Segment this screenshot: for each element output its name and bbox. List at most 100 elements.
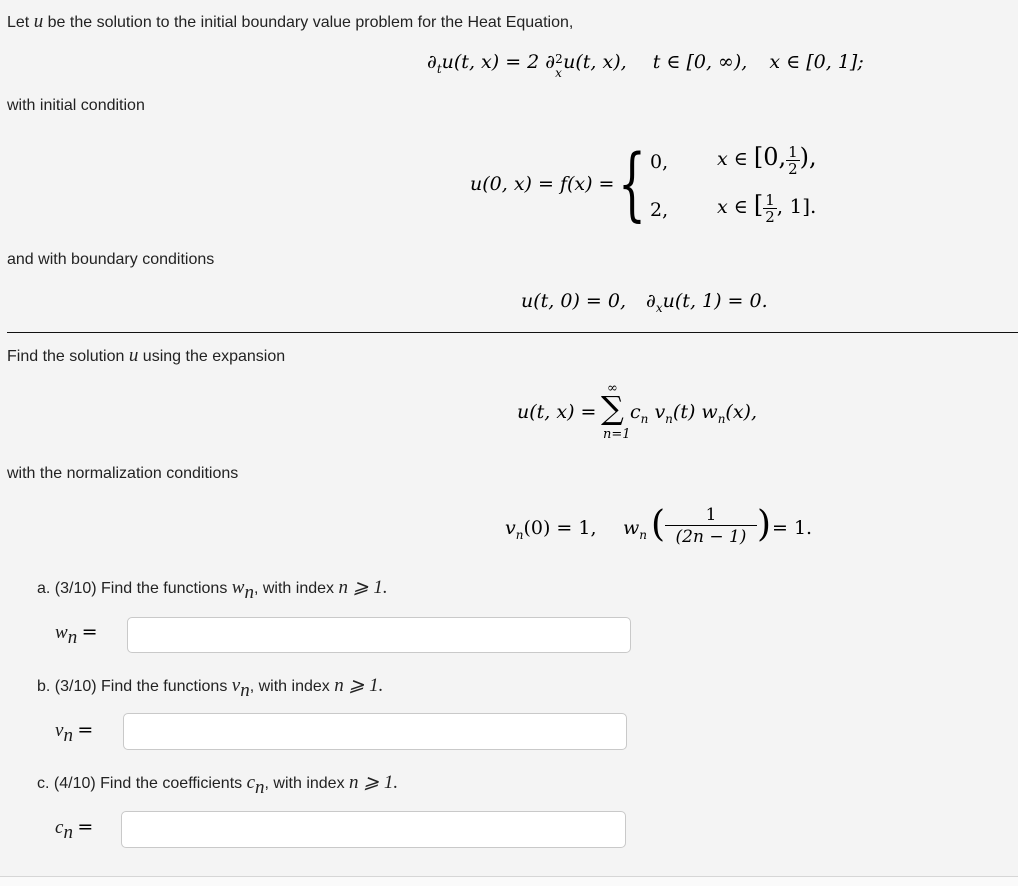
ic-lhs: u(0, x) = f(x) = xyxy=(470,173,615,195)
case1-prefix: x ∈ xyxy=(717,148,754,170)
w-normalization-var: wn xyxy=(623,517,647,542)
boundary-conditions-label: and with boundary conditions xyxy=(7,251,215,268)
v-n-answer-input[interactable] xyxy=(123,713,627,750)
term-v-sub: n xyxy=(665,412,673,426)
part-c-label: c. (4/10) Find the coefficients cn, with… xyxy=(37,771,399,798)
expansion-label-prefix: Find the solution xyxy=(7,348,129,365)
w-label-sub: n xyxy=(67,627,78,648)
heat-sub: x xyxy=(555,66,562,80)
part-b-label: b. (3/10) Find the functions vn, with in… xyxy=(37,674,384,701)
w-n-answer-input[interactable] xyxy=(127,617,631,653)
w-frac-den: (2n − 1) xyxy=(665,525,757,548)
partial-t-sub: t xyxy=(436,62,442,76)
term-v-arg: (t) xyxy=(672,401,696,423)
expansion-label-var: u xyxy=(128,345,139,366)
section-divider xyxy=(7,332,1018,333)
term-c-sub: n xyxy=(640,412,649,426)
boundary-conditions-equation: u(t, 0) = 0, ∂xu(t, 1) = 0. xyxy=(521,290,768,315)
term-w-sub: n xyxy=(717,412,726,426)
intro-prefix: Let xyxy=(7,14,34,31)
sum-sigma: ∑ xyxy=(601,389,624,427)
case1-domain: x ∈ [0, 1 2), xyxy=(717,143,817,177)
case1-close: ), xyxy=(799,143,817,171)
intro-text: Let u be the solution to the initial bou… xyxy=(7,11,573,33)
part-b-suffix: , with index xyxy=(249,678,335,695)
v-norm-sub: n xyxy=(515,528,524,542)
domain-t: t ∈ [0, ∞), xyxy=(652,51,748,73)
expansion-label-suffix: using the expansion xyxy=(138,348,286,365)
term-w: w xyxy=(701,401,718,423)
c-label-sub: n xyxy=(63,822,73,843)
case2-frac-den: 2 xyxy=(763,207,777,226)
left-paren: ( xyxy=(651,504,666,545)
case1-open: [0, xyxy=(753,143,787,171)
part-a-suffix: , with index xyxy=(253,580,339,597)
v-label-sub: n xyxy=(63,725,73,746)
expansion-lhs: u(t, x) = xyxy=(517,401,597,423)
initial-condition-equation: u(0, x) = f(x) = { 0, 2, x ∈ [0, 1 2), x ∈… xyxy=(470,139,820,235)
v-norm-var: v xyxy=(505,517,516,539)
normalization-label: with the normalization conditions xyxy=(7,465,239,482)
w-label: w xyxy=(55,622,68,643)
case1-value: 0, xyxy=(650,151,669,173)
w-frac-num: 1 xyxy=(705,505,717,525)
term-w-arg: (x), xyxy=(725,401,758,423)
heat-equation: ∂tu(t, x) = 2 ∂ 2 x u(t, x), t ∈ [0, ∞), x … xyxy=(427,51,864,80)
c-label-eq: = xyxy=(77,816,94,838)
part-a-index: n ⩾ 1. xyxy=(338,577,388,598)
v-normalization: vn(0) = 1, xyxy=(505,517,597,542)
c-n-answer-input[interactable] xyxy=(121,811,626,848)
left-brace: { xyxy=(618,137,646,230)
part-b-var: v xyxy=(231,675,241,696)
part-a-label: a. (3/10) Find the functions wn, with in… xyxy=(37,576,388,603)
part-c-suffix: , with index xyxy=(264,775,350,792)
part-a-var-sub: n xyxy=(244,582,254,603)
part-b-var-sub: n xyxy=(240,680,250,701)
part-c-var-sub: n xyxy=(255,777,265,798)
expansion-equation: u(t, x) = ∞ ∑ n=1 cn vn(t) wn(x), xyxy=(517,381,787,448)
part-c-prefix: c. (4/10) Find the coefficients xyxy=(37,775,247,792)
expansion-label: Find the solution u using the expansion xyxy=(7,345,285,367)
case1-frac-den: 2 xyxy=(786,159,800,178)
term-v: v xyxy=(654,401,666,423)
part-b-prefix: b. (3/10) Find the functions xyxy=(37,678,232,695)
case2-value: 2, xyxy=(650,199,669,221)
part-b-answer-label: vn = xyxy=(55,719,94,746)
part-c-answer-label: cn = xyxy=(55,816,94,843)
part-a-prefix: a. (3/10) Find the functions xyxy=(37,580,232,597)
heat-rhs: u(t, x), xyxy=(563,51,627,73)
part-a-answer-label: wn = xyxy=(55,621,98,648)
w-norm-rest: = 1. xyxy=(772,517,813,539)
initial-condition-label: with initial condition xyxy=(7,97,145,114)
case2-open: [ xyxy=(753,191,764,219)
expansion-term: cn vn(t) wn(x), xyxy=(630,401,758,426)
normalization-equation: vn(0) = 1, wn ( 1 (2n − 1) ) = 1. xyxy=(505,503,815,555)
intro-suffix: be the solution to the initial boundary … xyxy=(43,14,574,31)
part-c-var: c xyxy=(246,772,256,793)
heat-sup: 2 xyxy=(555,52,563,66)
part-a-var: w xyxy=(231,577,245,598)
heat-lhs: u(t, x) = 2 ∂ xyxy=(441,51,556,73)
domain-x: x ∈ [0, 1]; xyxy=(769,51,864,73)
w-label-eq: = xyxy=(81,621,98,643)
term-c: c xyxy=(630,401,641,423)
bc1: u(t, 0) = 0, xyxy=(521,290,626,312)
case2-domain: x ∈ [1 2, 1]. xyxy=(717,191,816,225)
bc2-sub: x xyxy=(655,301,663,315)
v-norm-rest: (0) = 1, xyxy=(523,517,597,539)
case2-close: , 1]. xyxy=(776,194,817,218)
intro-var: u xyxy=(33,11,44,32)
part-b-index: n ⩾ 1. xyxy=(334,675,384,696)
v-label-eq: = xyxy=(77,719,94,741)
case2-frac-num: 1 xyxy=(765,190,775,209)
w-norm-var: w xyxy=(623,517,640,539)
case1-frac-num: 1 xyxy=(788,142,798,161)
w-norm-frac: 1 (2n − 1) xyxy=(665,505,757,548)
bottom-strip xyxy=(0,877,1018,886)
partial-t: ∂ xyxy=(427,51,437,73)
part-c-index: n ⩾ 1. xyxy=(349,772,399,793)
bc2-partial: ∂ xyxy=(646,290,656,312)
bc2-rest: u(t, 1) = 0. xyxy=(662,290,768,312)
case2-prefix: x ∈ xyxy=(717,196,754,218)
right-paren: ) xyxy=(757,504,772,545)
